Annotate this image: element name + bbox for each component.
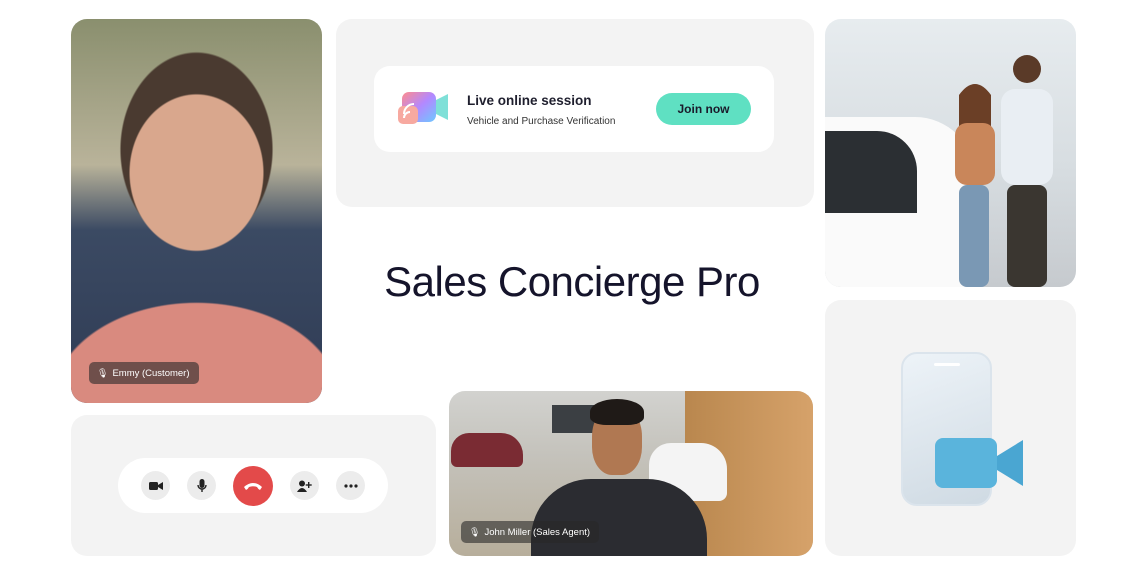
add-participant-button[interactable] bbox=[290, 471, 319, 500]
customer-name-tag: 🎙 Emmy (Customer) bbox=[89, 362, 199, 384]
microphone-icon: 🎙 bbox=[97, 368, 109, 378]
app-title: Sales Concierge Pro bbox=[384, 258, 760, 305]
agent-body-shape bbox=[531, 479, 707, 556]
red-car-shape bbox=[451, 433, 523, 467]
microphone-icon bbox=[196, 478, 207, 492]
mobile-video-illustration bbox=[825, 300, 1076, 556]
agent-name-tag: 🎙 John Miller (Sales Agent) bbox=[461, 521, 600, 543]
video-camera-icon bbox=[148, 481, 163, 490]
customer-name-label: Emmy (Customer) bbox=[112, 368, 190, 379]
car-window-shape bbox=[825, 131, 917, 213]
phone-hangup-icon bbox=[244, 483, 262, 490]
agent-video-tile[interactable]: 🎙 John Miller (Sales Agent) bbox=[449, 391, 813, 556]
join-now-button[interactable]: Join now bbox=[656, 93, 751, 125]
add-user-icon bbox=[297, 480, 312, 492]
microphone-button[interactable] bbox=[187, 471, 216, 500]
more-options-icon bbox=[343, 483, 358, 488]
microphone-icon: 🎙 bbox=[469, 527, 481, 537]
video-call-icon bbox=[398, 92, 448, 124]
more-options-button[interactable] bbox=[336, 471, 365, 500]
agent-figure bbox=[1001, 55, 1053, 287]
call-controls-bar bbox=[118, 458, 388, 513]
showroom-photo bbox=[825, 19, 1076, 287]
camera-button[interactable] bbox=[141, 471, 170, 500]
agent-name-label: John Miller (Sales Agent) bbox=[484, 527, 591, 538]
phone-speaker bbox=[934, 363, 960, 366]
customer-video-tile[interactable]: 🎙 Emmy (Customer) bbox=[71, 19, 322, 403]
end-call-button[interactable] bbox=[233, 466, 273, 506]
session-notification: Live online session Vehicle and Purchase… bbox=[374, 66, 774, 152]
agent-hair-shape bbox=[590, 399, 644, 425]
session-card: Live online session Vehicle and Purchase… bbox=[336, 19, 814, 207]
session-title: Live online session bbox=[467, 93, 592, 108]
session-subtitle: Vehicle and Purchase Verification bbox=[467, 116, 616, 127]
video-camera-icon bbox=[935, 438, 1023, 488]
call-controls-card bbox=[71, 415, 436, 556]
